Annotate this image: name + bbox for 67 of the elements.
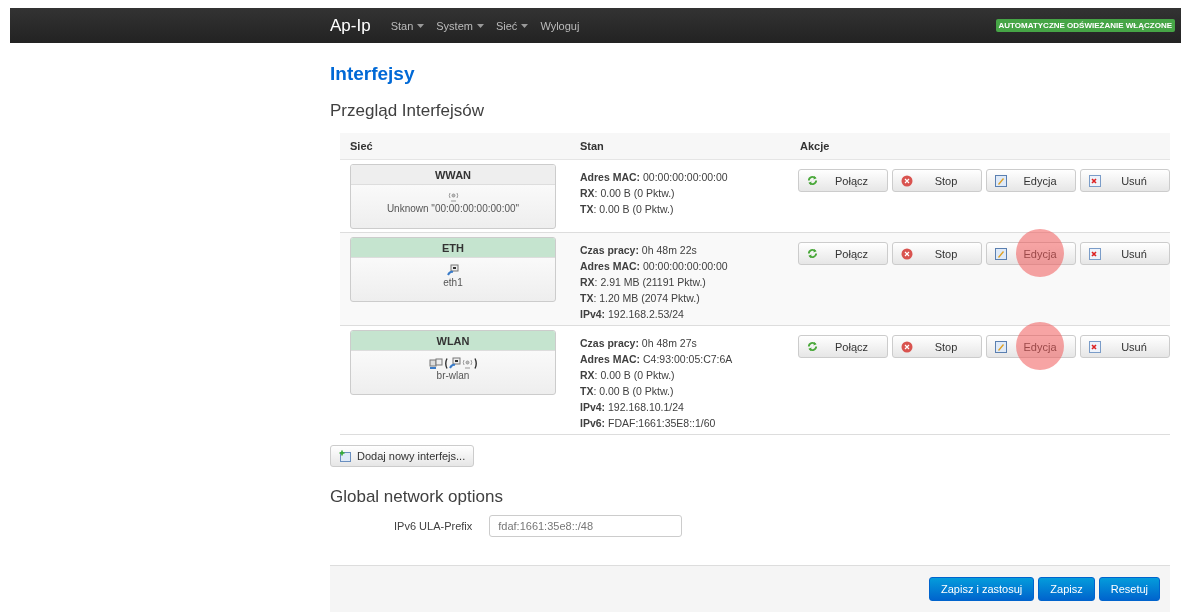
nav-menu-item[interactable]: Stan — [390, 19, 425, 32]
delete-button[interactable]: Usuń — [1080, 335, 1170, 358]
delete-icon — [1089, 174, 1101, 187]
status-line: Adres MAC: 00:00:00:00:00:00 — [580, 170, 729, 185]
brand-logo[interactable]: Ap-Ip — [330, 15, 371, 36]
device-name: eth1 — [443, 277, 463, 288]
antenna-icon — [447, 191, 459, 202]
status-line: Adres MAC: C4:93:00:05:C7:6A — [580, 352, 734, 367]
status-line: Czas pracy: 0h 48m 22s — [580, 243, 698, 258]
edit-icon — [995, 174, 1007, 187]
field-label: IPv6 ULA-Prefix — [394, 520, 473, 532]
delete-button[interactable]: Usuń — [1080, 242, 1170, 265]
column-header: Stan — [579, 140, 605, 152]
interface-name: ETH — [351, 238, 555, 258]
stop-button[interactable]: Stop — [892, 242, 982, 265]
delete-button[interactable]: Usuń — [1080, 169, 1170, 192]
add-interface-button[interactable]: Dodaj nowy interfejs... — [330, 445, 475, 467]
status-line: RX: 0.00 B (0 Pktw.) — [580, 186, 676, 201]
footer-button[interactable]: Zapisz — [1038, 577, 1095, 601]
stop-icon — [901, 174, 913, 187]
interface-name: WWAN — [351, 165, 555, 185]
column-header: Sieć — [349, 140, 374, 152]
stop-button[interactable]: Stop — [892, 169, 982, 192]
network-port-icon — [448, 357, 461, 369]
status-line: RX: 0.00 B (0 Pktw.) — [580, 368, 676, 383]
refresh-icon — [807, 248, 818, 259]
column-header: Akcje — [799, 140, 831, 152]
closing-bracket-icon — [473, 357, 478, 369]
status-line: TX: 0.00 B (0 Pktw.) — [580, 202, 675, 217]
add-page-icon — [339, 450, 351, 462]
refresh-icon — [807, 175, 818, 186]
edit-icon — [995, 247, 1007, 260]
status-line: IPv6: FDAF:1661:35E8::1/60 — [580, 416, 717, 431]
footer-button[interactable]: Resetuj — [1098, 577, 1160, 601]
status-line: IPv4: 192.168.2.53/24 — [580, 307, 685, 322]
antenna-icon — [461, 357, 473, 369]
status-line: TX: 0.00 B (0 Pktw.) — [580, 384, 675, 399]
nav-menu-item[interactable]: Wyloguj — [540, 19, 580, 32]
connect-button[interactable]: Połącz — [798, 169, 888, 192]
device-name: br-wlan — [436, 370, 470, 381]
stop-icon — [901, 340, 913, 353]
connect-button[interactable]: Połącz — [798, 335, 888, 358]
connect-button[interactable]: Połącz — [798, 242, 888, 265]
edit-button[interactable]: Edycja — [986, 169, 1076, 192]
delete-icon — [1089, 247, 1101, 260]
section-title: Global network options — [330, 487, 504, 507]
delete-icon — [1089, 340, 1101, 353]
section-title: Przegląd Interfejsów — [330, 101, 486, 121]
status-line: Czas pracy: 0h 48m 27s — [580, 336, 698, 351]
ula-prefix-input[interactable]: fdaf:1661:35e8::/48 — [489, 515, 683, 537]
opening-bracket-icon — [443, 357, 448, 369]
device-name: Unknown "00:00:00:00:00:00" — [386, 203, 520, 214]
interface-name: WLAN — [351, 331, 555, 351]
status-line: RX: 2.91 MB (21191 Pktw.) — [580, 275, 707, 290]
refresh-icon — [807, 341, 818, 352]
stop-icon — [901, 247, 913, 260]
status-line: TX: 1.20 MB (2074 Pktw.) — [580, 291, 701, 306]
page-title: Interfejsy — [330, 63, 416, 85]
nav-menu-item[interactable]: System — [436, 19, 484, 32]
edit-icon — [995, 340, 1007, 353]
status-line: IPv4: 192.168.10.1/24 — [580, 400, 685, 415]
stop-button[interactable]: Stop — [892, 335, 982, 358]
bridge-icon — [428, 357, 443, 369]
network-port-icon — [447, 264, 459, 276]
status-line: Adres MAC: 00:00:00:00:00:00 — [580, 259, 729, 274]
footer-button[interactable]: Zapisz i zastosuj — [929, 577, 1035, 601]
nav-menu-item[interactable]: Sieć — [495, 19, 529, 32]
